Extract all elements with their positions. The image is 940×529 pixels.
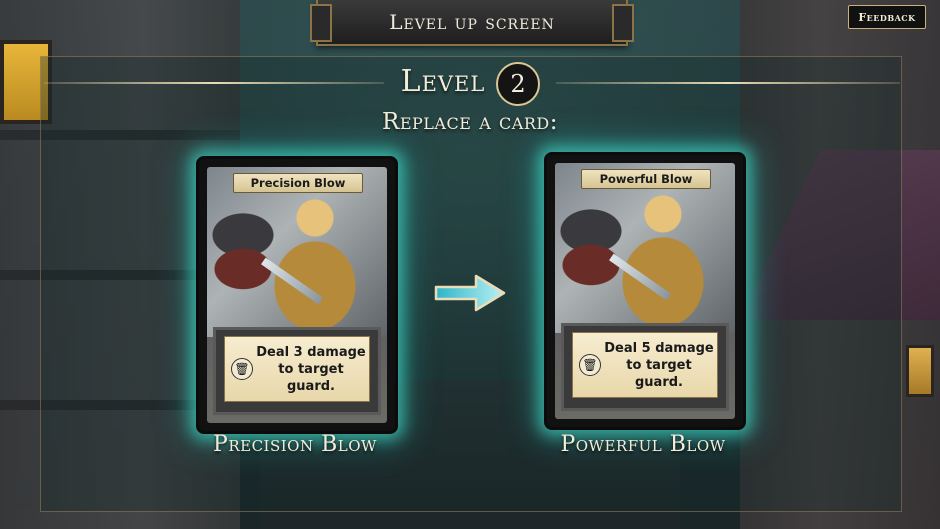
sword-art [261,257,323,305]
replace-card-prompt: Replace a card: [382,109,558,135]
sword-art [609,253,671,301]
screen-title: Level up screen [389,10,555,34]
feedback-button[interactable]: Feedback [848,5,926,29]
card-effect-text: Deal 5 damage to target guard. [604,340,714,390]
trash-icon: 🗑 [579,354,601,376]
arrow-right-icon [434,274,506,312]
card-text-frame: 🗑 Deal 5 damage to target guard. [561,323,729,411]
card-title: Powerful Blow [581,169,711,189]
card-title: Precision Blow [233,173,363,193]
level-label: Level [400,64,486,99]
trash-icon: 🗑 [231,358,253,380]
card-text-frame: 🗑 Deal 3 damage to target guard. [213,327,381,415]
level-divider-right [556,82,900,84]
level-number-badge: 2 [496,62,540,106]
card-current-name: Precision Blow [213,432,377,457]
lit-window-right [906,345,934,397]
title-banner: Level up screen [310,0,634,46]
card-effect-text: Deal 3 damage to target guard. [256,344,366,394]
level-divider-left [44,82,384,84]
card-face: Precision Blow 🗑 Deal 3 damage to target… [207,167,387,423]
card-text-scroll: 🗑 Deal 5 damage to target guard. [572,332,718,398]
card-face: Powerful Blow 🗑 Deal 5 damage to target … [555,163,735,419]
card-current[interactable]: Precision Blow 🗑 Deal 3 damage to target… [196,156,398,434]
card-upgrade[interactable]: Powerful Blow 🗑 Deal 5 damage to target … [544,152,746,430]
card-text-scroll: 🗑 Deal 3 damage to target guard. [224,336,370,402]
card-upgrade-name: Powerful Blow [560,432,726,457]
